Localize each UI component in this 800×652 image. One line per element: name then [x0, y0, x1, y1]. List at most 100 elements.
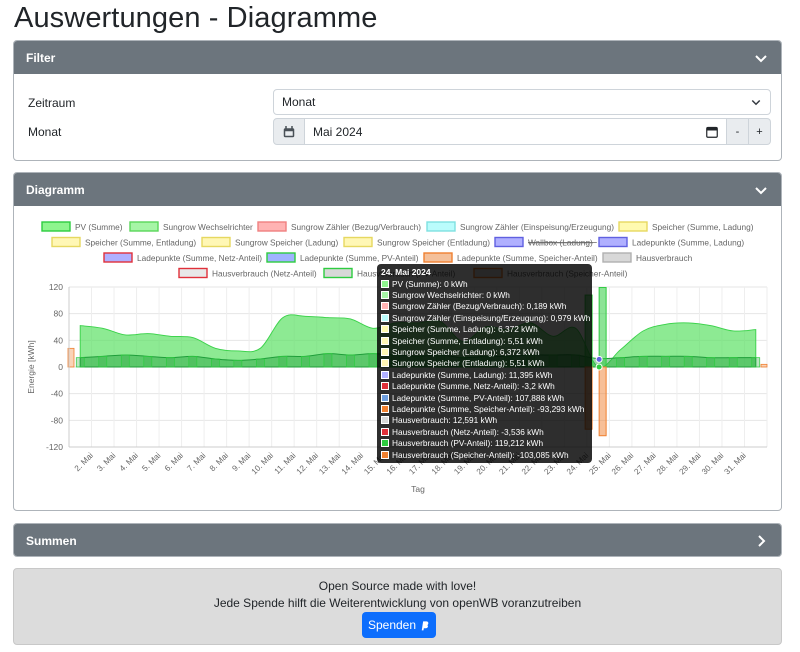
tooltip-swatch	[381, 370, 389, 379]
tooltip-swatch	[381, 404, 389, 413]
legend-swatch	[618, 221, 648, 232]
tooltip-row: Ladepunkte (Summe, Netz-Anteil): -3,2 kW…	[381, 381, 588, 392]
y-tick-label: -80	[51, 415, 64, 425]
diagramm-header[interactable]: Diagramm	[14, 173, 781, 206]
tooltip-row: Hausverbrauch (Netz-Anteil): -3,536 kWh	[381, 426, 588, 437]
x-tick-label: 11. Mai	[273, 451, 298, 476]
x-tick-label: 7. Mai	[185, 451, 207, 473]
legend-label: Sungrow Zähler (Bezug/Verbrauch)	[291, 222, 421, 232]
x-tick-label: 28. Mai	[655, 451, 680, 476]
haus-bar	[368, 353, 378, 368]
summen-header-label: Summen	[26, 533, 77, 548]
paypal-icon	[421, 620, 429, 630]
chevron-down-icon[interactable]	[753, 50, 769, 66]
tooltip-row: Hausverbrauch: 12,591 kWh	[381, 415, 588, 426]
monat-field[interactable]: Mai 2024	[305, 118, 727, 145]
tooltip-swatch	[381, 336, 389, 345]
tooltip-swatch	[381, 450, 389, 459]
haus-bar	[661, 355, 671, 368]
x-axis-label: Tag	[411, 484, 425, 494]
tooltip-swatch	[381, 348, 389, 357]
chevron-right-icon[interactable]	[753, 533, 769, 549]
edge-bar-last	[760, 363, 768, 368]
legend-swatch	[266, 252, 296, 263]
legend-swatch	[494, 236, 524, 248]
month-decrement-button[interactable]: -	[727, 118, 749, 145]
haus-bar	[98, 355, 108, 368]
legend-label: Sungrow Wechselrichter	[163, 222, 253, 232]
x-tick-label: 12. Mai	[295, 451, 320, 476]
tooltip-swatch	[381, 427, 389, 436]
tooltip-row: Sungrow Speicher (Ladung): 6,372 kWh	[381, 346, 588, 357]
haus-bar	[278, 355, 288, 368]
legend-swatch	[343, 236, 373, 248]
tooltip-row-label: Speicher (Summe, Entladung): 5,51 kWh	[392, 335, 543, 346]
tooltip-row-label: Ladepunkte (Summe, Netz-Anteil): -3,2 kW…	[392, 381, 555, 392]
haus-bar	[211, 358, 220, 368]
haus-bar	[346, 354, 355, 368]
tooltip-row-label: Sungrow Speicher (Entladung): 5,51 kWh	[392, 358, 545, 369]
x-tick-label: 27. Mai	[632, 451, 657, 476]
chart-tooltip: 24. Mai 2024 PV (Summe): 0 kWh Sungrow We…	[377, 264, 592, 463]
monat-label: Monat	[28, 125, 62, 139]
chevron-down-icon	[751, 99, 761, 106]
tooltip-swatch	[381, 325, 389, 334]
y-tick-label: 0	[58, 362, 63, 372]
tooltip-row-label: Ladepunkte (Summe, Ladung): 11,395 kWh	[392, 369, 553, 380]
tooltip-row-label: Sungrow Wechselrichter: 0 kWh	[392, 290, 510, 301]
x-tick-label: 13. Mai	[317, 451, 342, 476]
chevron-down-icon[interactable]	[753, 182, 769, 198]
tooltip-row-label: Hausverbrauch (Speicher-Anteil): -103,08…	[392, 449, 569, 460]
tooltip-row: Sungrow Wechselrichter: 0 kWh	[381, 289, 588, 300]
tooltip-row: Speicher (Summe, Entladung): 5,51 kWh	[381, 335, 588, 346]
x-tick-label: 26. Mai	[610, 451, 635, 476]
legend-swatch	[103, 252, 133, 263]
legend-swatch	[257, 221, 287, 232]
legend-label: Ladepunkte (Summe, PV-Anteil)	[300, 253, 419, 263]
tooltip-row: Sungrow Zähler (Bezug/Verbrauch): 0,189 …	[381, 301, 588, 312]
tooltip-row-label: Sungrow Zähler (Bezug/Verbrauch): 0,189 …	[392, 301, 567, 312]
zeitraum-label: Zeitraum	[28, 96, 76, 110]
zeitraum-select[interactable]: Monat	[273, 89, 771, 115]
tooltip-row: Speicher (Summe, Ladung): 6,372 kWh	[381, 324, 588, 335]
filter-header[interactable]: Filter	[14, 41, 781, 74]
month-increment-button[interactable]: +	[749, 118, 771, 145]
x-tick-label: 10. Mai	[250, 451, 275, 476]
donate-label: Spenden	[367, 618, 417, 632]
summen-header[interactable]: Summen	[14, 524, 781, 556]
y-tick-label: -40	[51, 389, 64, 399]
haus-bar	[751, 357, 761, 368]
haus-bar	[256, 358, 265, 368]
x-tick-label: 4. Mai	[118, 451, 140, 473]
legend-swatch	[178, 267, 208, 279]
tooltip-swatch	[381, 359, 389, 368]
legend-swatch	[423, 252, 453, 263]
zeitraum-value: Monat	[282, 95, 316, 109]
legend-swatch	[426, 221, 456, 232]
footer-line2: Jede Spende hilft die Weiterentwicklung …	[213, 596, 582, 610]
legend-label: Hausverbrauch (Netz-Anteil)	[212, 269, 317, 279]
legend-swatch	[129, 221, 159, 232]
hv-speicher-bar	[598, 366, 607, 437]
tooltip-swatch	[381, 313, 389, 322]
tooltip-row-label: Hausverbrauch (Netz-Anteil): -3,536 kWh	[392, 426, 544, 437]
lp-point	[595, 355, 603, 363]
monat-input-group: Mai 2024 - +	[273, 118, 771, 145]
legend-label: Sungrow Zähler (Einspeisung/Erzeugung)	[460, 222, 614, 232]
tooltip-swatch	[381, 302, 389, 311]
x-tick-label: 6. Mai	[163, 451, 185, 473]
legend-label: PV (Summe)	[75, 222, 123, 232]
tooltip-swatch	[381, 382, 389, 391]
donate-button[interactable]: Spenden	[362, 612, 436, 638]
haus-bar	[616, 357, 625, 368]
filter-card: Filter Zeitraum Monat Monat Mai 2024 - +	[13, 40, 782, 161]
legend-swatch	[201, 236, 231, 248]
y-tick-label: -120	[46, 442, 63, 452]
x-tick-label: 2. Mai	[73, 451, 95, 473]
legend-swatch	[602, 252, 632, 263]
haus-bar	[683, 355, 693, 368]
calendar-picker-icon[interactable]	[706, 126, 718, 138]
tooltip-row: Hausverbrauch (PV-Anteil): 119,212 kWh	[381, 437, 588, 448]
tooltip-row-label: PV (Summe): 0 kWh	[392, 278, 468, 289]
haus-bar	[301, 355, 310, 368]
